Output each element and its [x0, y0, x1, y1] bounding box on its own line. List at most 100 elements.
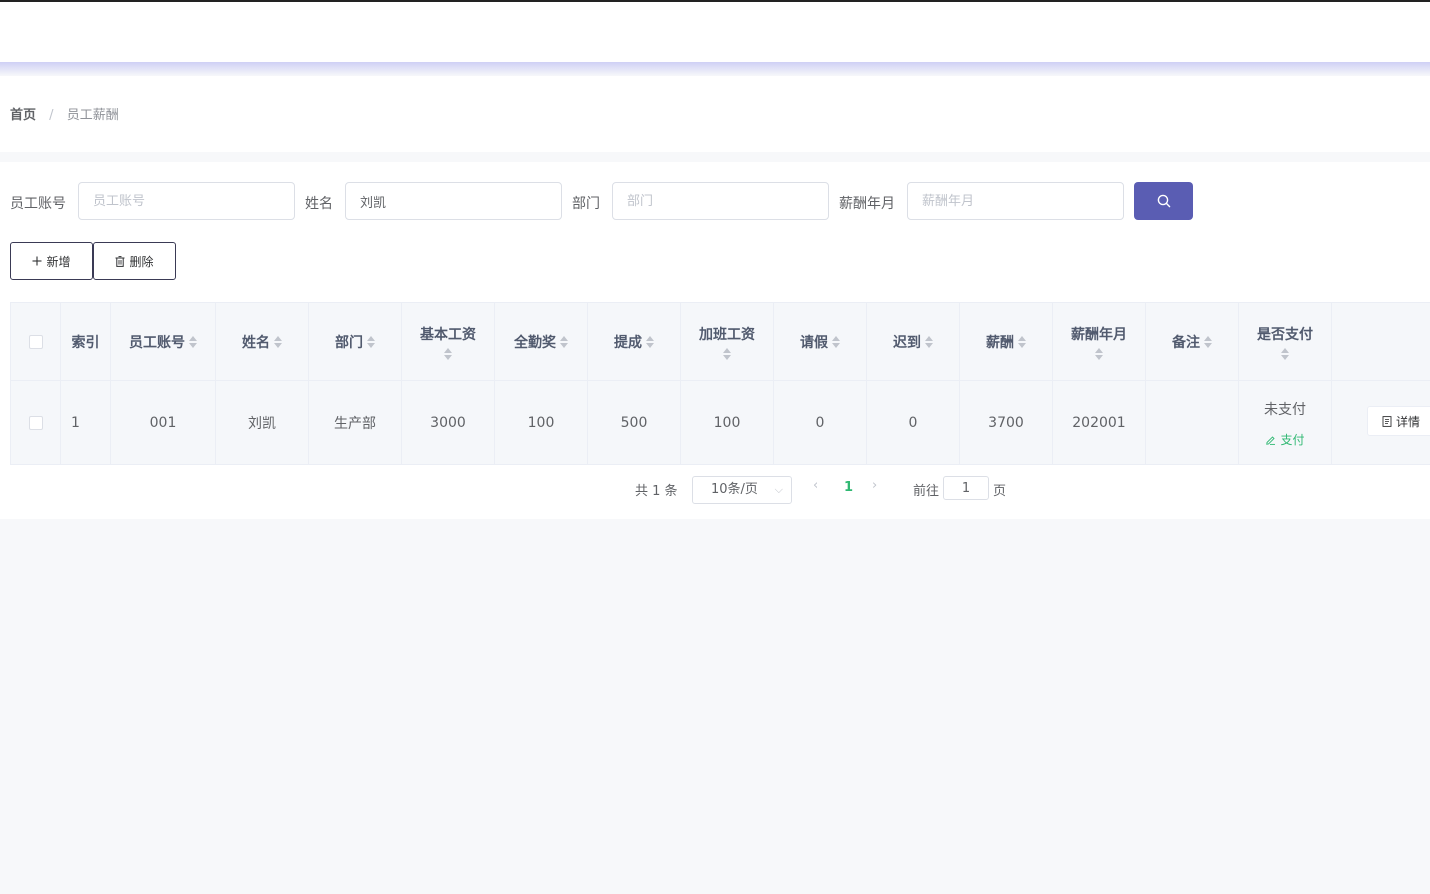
breadcrumb-separator: / [49, 108, 54, 123]
header-month[interactable]: 薪酬年月 [1053, 303, 1146, 380]
header-name[interactable]: 姓名 [216, 303, 309, 380]
add-button[interactable]: 新增 [10, 242, 93, 280]
sort-icon[interactable] [1018, 335, 1026, 348]
account-filter-input[interactable] [78, 182, 295, 220]
header-account[interactable]: 员工账号 [111, 303, 216, 380]
header-index-label: 索引 [71, 334, 100, 351]
header-name-label: 姓名 [242, 334, 270, 351]
cell-leave: 0 [774, 381, 867, 464]
cell-salary: 3700 [960, 381, 1053, 464]
goto-unit-label: 页 [993, 484, 1007, 499]
goto-label: 前往 [913, 484, 940, 499]
sort-icon[interactable] [367, 335, 375, 348]
table-row: 1 001 刘凯 生产部 3000 100 500 100 0 0 3700 2… [11, 381, 1430, 464]
sort-icon[interactable] [1281, 347, 1289, 360]
add-button-label: 新增 [46, 254, 71, 269]
next-page-icon[interactable]: › [872, 478, 877, 493]
header-paid[interactable]: 是否支付 [1239, 303, 1332, 380]
breadcrumb-panel: 首页 / 员工薪酬 [0, 76, 1430, 152]
search-icon [1157, 194, 1170, 208]
cell-index: 1 [61, 381, 111, 464]
header-base-label: 基本工资 [420, 326, 476, 343]
paid-status-text: 未支付 [1264, 401, 1306, 418]
header-select-cell [11, 303, 61, 380]
account-filter-label: 员工账号 [10, 196, 66, 212]
header-salary-label: 薪酬 [986, 334, 1014, 351]
cell-month: 202001 [1053, 381, 1146, 464]
name-filter-input[interactable] [345, 182, 562, 220]
plus-icon [32, 256, 42, 266]
header-attendance-label: 全勤奖 [514, 334, 556, 351]
header-salary[interactable]: 薪酬 [960, 303, 1053, 380]
cell-name: 刘凯 [216, 381, 309, 464]
sort-icon[interactable] [444, 347, 452, 360]
pay-link-label: 支付 [1280, 432, 1305, 447]
sort-icon[interactable] [560, 335, 568, 348]
pagination-page-1[interactable]: 1 [844, 480, 853, 495]
cell-commission: 500 [588, 381, 681, 464]
select-all-checkbox[interactable] [28, 334, 43, 349]
prev-page-icon[interactable]: ‹ [813, 478, 818, 493]
header-actions [1332, 303, 1430, 380]
breadcrumb: 首页 / 员工薪酬 [10, 104, 119, 123]
cell-paid: 未支付 支付 [1239, 381, 1332, 464]
header-leave-label: 请假 [800, 334, 828, 351]
breadcrumb-home[interactable]: 首页 [10, 108, 36, 123]
header-base-salary[interactable]: 基本工资 [402, 303, 495, 380]
breadcrumb-current: 员工薪酬 [66, 108, 119, 123]
pagination: 共 1 条 10条/页 ⌵ ‹ 1 › 前往 页 [0, 472, 1430, 512]
header-commission-label: 提成 [614, 334, 642, 351]
name-filter-label: 姓名 [305, 196, 333, 212]
cell-base: 3000 [402, 381, 495, 464]
header-leave[interactable]: 请假 [774, 303, 867, 380]
goto-page-input[interactable] [943, 476, 989, 500]
header-late[interactable]: 迟到 [867, 303, 960, 380]
header-overtime-label: 加班工资 [699, 326, 755, 343]
cell-attendance: 100 [495, 381, 588, 464]
cell-overtime: 100 [681, 381, 774, 464]
header-commission[interactable]: 提成 [588, 303, 681, 380]
row-checkbox[interactable] [28, 416, 43, 430]
pay-link[interactable]: 支付 [1265, 431, 1305, 448]
header-remark[interactable]: 备注 [1146, 303, 1239, 380]
cell-remark [1146, 381, 1239, 464]
cell-account: 001 [111, 381, 216, 464]
sort-icon[interactable] [274, 335, 282, 348]
header-shadow [0, 62, 1430, 76]
edit-icon [1266, 435, 1276, 445]
delete-button-label: 删除 [129, 254, 154, 269]
page-size-select[interactable]: 10条/页 ⌵ [692, 476, 792, 504]
month-filter-input[interactable] [907, 182, 1124, 220]
search-button[interactable] [1134, 182, 1193, 220]
header-index: 索引 [61, 303, 111, 380]
header-overtime[interactable]: 加班工资 [681, 303, 774, 380]
sort-icon[interactable] [1095, 347, 1103, 360]
sort-icon[interactable] [723, 347, 731, 360]
detail-button-label: 详情 [1396, 414, 1421, 429]
sort-icon[interactable] [189, 335, 197, 348]
pagination-total: 共 1 条 [635, 484, 678, 499]
sort-icon[interactable] [646, 335, 654, 348]
header-dept[interactable]: 部门 [309, 303, 402, 380]
dept-filter-input[interactable] [612, 182, 829, 220]
detail-button[interactable]: 详情 [1367, 406, 1430, 436]
header-late-label: 迟到 [893, 334, 921, 351]
sort-icon[interactable] [1204, 335, 1212, 348]
sort-icon[interactable] [925, 335, 933, 348]
cell-late: 0 [867, 381, 960, 464]
cell-dept: 生产部 [309, 381, 402, 464]
dept-filter-label: 部门 [572, 196, 600, 212]
sort-icon[interactable] [832, 335, 840, 348]
table-header: 索引 员工账号 姓名 部门 基本工资 全勤奖 提成 加班工资 请假 迟到 薪酬 … [11, 303, 1430, 381]
header-account-label: 员工账号 [129, 334, 185, 351]
header-paid-label: 是否支付 [1257, 326, 1313, 343]
header-attendance[interactable]: 全勤奖 [495, 303, 588, 380]
header-remark-label: 备注 [1172, 334, 1200, 351]
document-icon [1382, 415, 1392, 427]
delete-button[interactable]: 删除 [93, 242, 176, 280]
header-month-label: 薪酬年月 [1071, 326, 1127, 343]
main-panel: 员工账号 姓名 部门 薪酬年月 新增 删除 [0, 162, 1430, 519]
row-select-cell [11, 381, 61, 464]
chevron-down-icon: ⌵ [774, 483, 783, 496]
salary-table: 索引 员工账号 姓名 部门 基本工资 全勤奖 提成 加班工资 请假 迟到 薪酬 … [10, 302, 1430, 465]
